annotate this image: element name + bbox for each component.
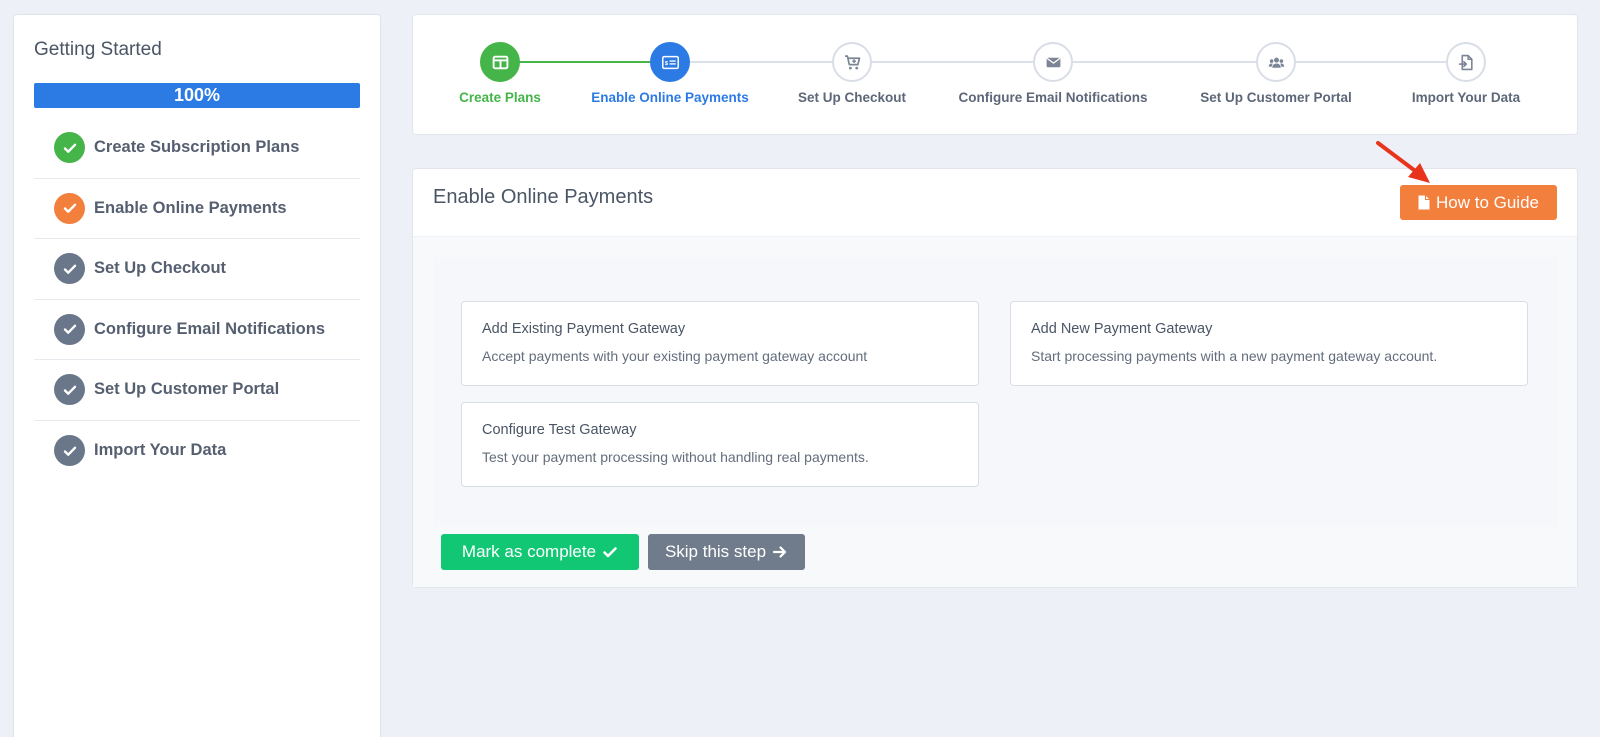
step-enable-online-payments[interactable]: $ Enable Online Payments xyxy=(570,42,770,105)
step-label: Set Up Checkout xyxy=(797,90,906,105)
step-label: Configure Email Notifications xyxy=(958,90,1148,105)
users-icon xyxy=(1256,42,1296,82)
checklist-item-label: Import Your Data xyxy=(94,441,227,460)
columns-icon xyxy=(480,42,520,82)
envelope-icon xyxy=(1033,42,1073,82)
check-circle-icon xyxy=(54,192,85,224)
step-import-your-data[interactable]: Import Your Data xyxy=(1366,42,1566,105)
checklist-item-set-up-customer-portal[interactable]: Set Up Customer Portal xyxy=(34,360,360,421)
file-import-icon xyxy=(1446,42,1486,82)
check-circle-icon xyxy=(54,374,85,406)
mark-as-complete-label: Mark as complete xyxy=(461,542,597,561)
check-circle-icon xyxy=(54,253,85,285)
file-icon xyxy=(1418,195,1430,210)
option-title: Add Existing Payment Gateway xyxy=(482,321,686,337)
cart-icon xyxy=(832,42,872,82)
step-set-up-checkout[interactable]: Set Up Checkout xyxy=(752,42,952,105)
option-description: Start processing payments with a new pay… xyxy=(1031,348,1438,364)
check-circle-icon xyxy=(54,313,85,345)
checklist-item-create-subscription-plans[interactable]: Create Subscription Plans xyxy=(34,118,360,179)
gateway-options-panel: Add Existing Payment Gateway Accept paym… xyxy=(433,257,1557,527)
arrow-right-icon xyxy=(772,546,787,558)
option-description: Test your payment processing without han… xyxy=(482,449,869,465)
payments-card: Enable Online Payments How to Guide Add … xyxy=(412,168,1578,588)
option-description: Accept payments with your existing payme… xyxy=(482,348,868,364)
getting-started-sidebar: Getting Started 100% Create Subscription… xyxy=(13,14,381,737)
mark-as-complete-button[interactable]: Mark as complete xyxy=(441,534,639,570)
annotation-arrow-icon xyxy=(1376,141,1430,183)
option-title: Configure Test Gateway xyxy=(482,422,637,438)
how-to-guide-button[interactable]: How to Guide xyxy=(1400,185,1557,220)
configure-test-gateway-option[interactable]: Configure Test Gateway Test your payment… xyxy=(461,402,979,487)
skip-step-button[interactable]: Skip this step xyxy=(648,534,805,570)
checklist-item-enable-online-payments[interactable]: Enable Online Payments xyxy=(34,179,360,239)
svg-text:$: $ xyxy=(664,60,668,66)
step-label: Enable Online Payments xyxy=(591,90,749,105)
sidebar-title: Getting Started xyxy=(34,39,162,60)
skip-step-label: Skip this step xyxy=(664,542,767,561)
step-configure-email-notifications[interactable]: Configure Email Notifications xyxy=(953,42,1153,105)
credit-card-icon: $ xyxy=(650,42,690,82)
add-existing-gateway-option[interactable]: Add Existing Payment Gateway Accept paym… xyxy=(461,301,979,386)
checklist-item-configure-email-notifications[interactable]: Configure Email Notifications xyxy=(34,300,360,360)
onboarding-stepper: Create Plans $ Enable Online Payments Se… xyxy=(412,14,1578,135)
checklist-item-label: Configure Email Notifications xyxy=(94,319,326,338)
checklist-item-label: Enable Online Payments xyxy=(94,198,287,217)
checklist-item-label: Set Up Checkout xyxy=(94,259,227,278)
add-new-gateway-option[interactable]: Add New Payment Gateway Start processing… xyxy=(1010,301,1528,386)
page-title: Enable Online Payments xyxy=(433,186,654,208)
checkmark-icon xyxy=(603,547,617,558)
checklist: Create Subscription Plans Enable Online … xyxy=(34,118,360,481)
checklist-item-import-your-data[interactable]: Import Your Data xyxy=(34,421,360,482)
checklist-item-label: Set Up Customer Portal xyxy=(94,380,280,399)
progress-bar: 100% xyxy=(34,83,360,108)
progress-label: 100% xyxy=(173,85,221,105)
check-circle-icon xyxy=(54,132,85,164)
step-label: Set Up Customer Portal xyxy=(1200,90,1352,105)
step-set-up-customer-portal[interactable]: Set Up Customer Portal xyxy=(1176,42,1376,105)
step-label: Import Your Data xyxy=(1411,90,1521,105)
check-circle-icon xyxy=(54,435,85,467)
option-title: Add New Payment Gateway xyxy=(1031,321,1213,337)
how-to-guide-label: How to Guide xyxy=(1436,192,1539,212)
checklist-item-set-up-checkout[interactable]: Set Up Checkout xyxy=(34,239,360,300)
checklist-item-label: Create Subscription Plans xyxy=(94,138,300,157)
